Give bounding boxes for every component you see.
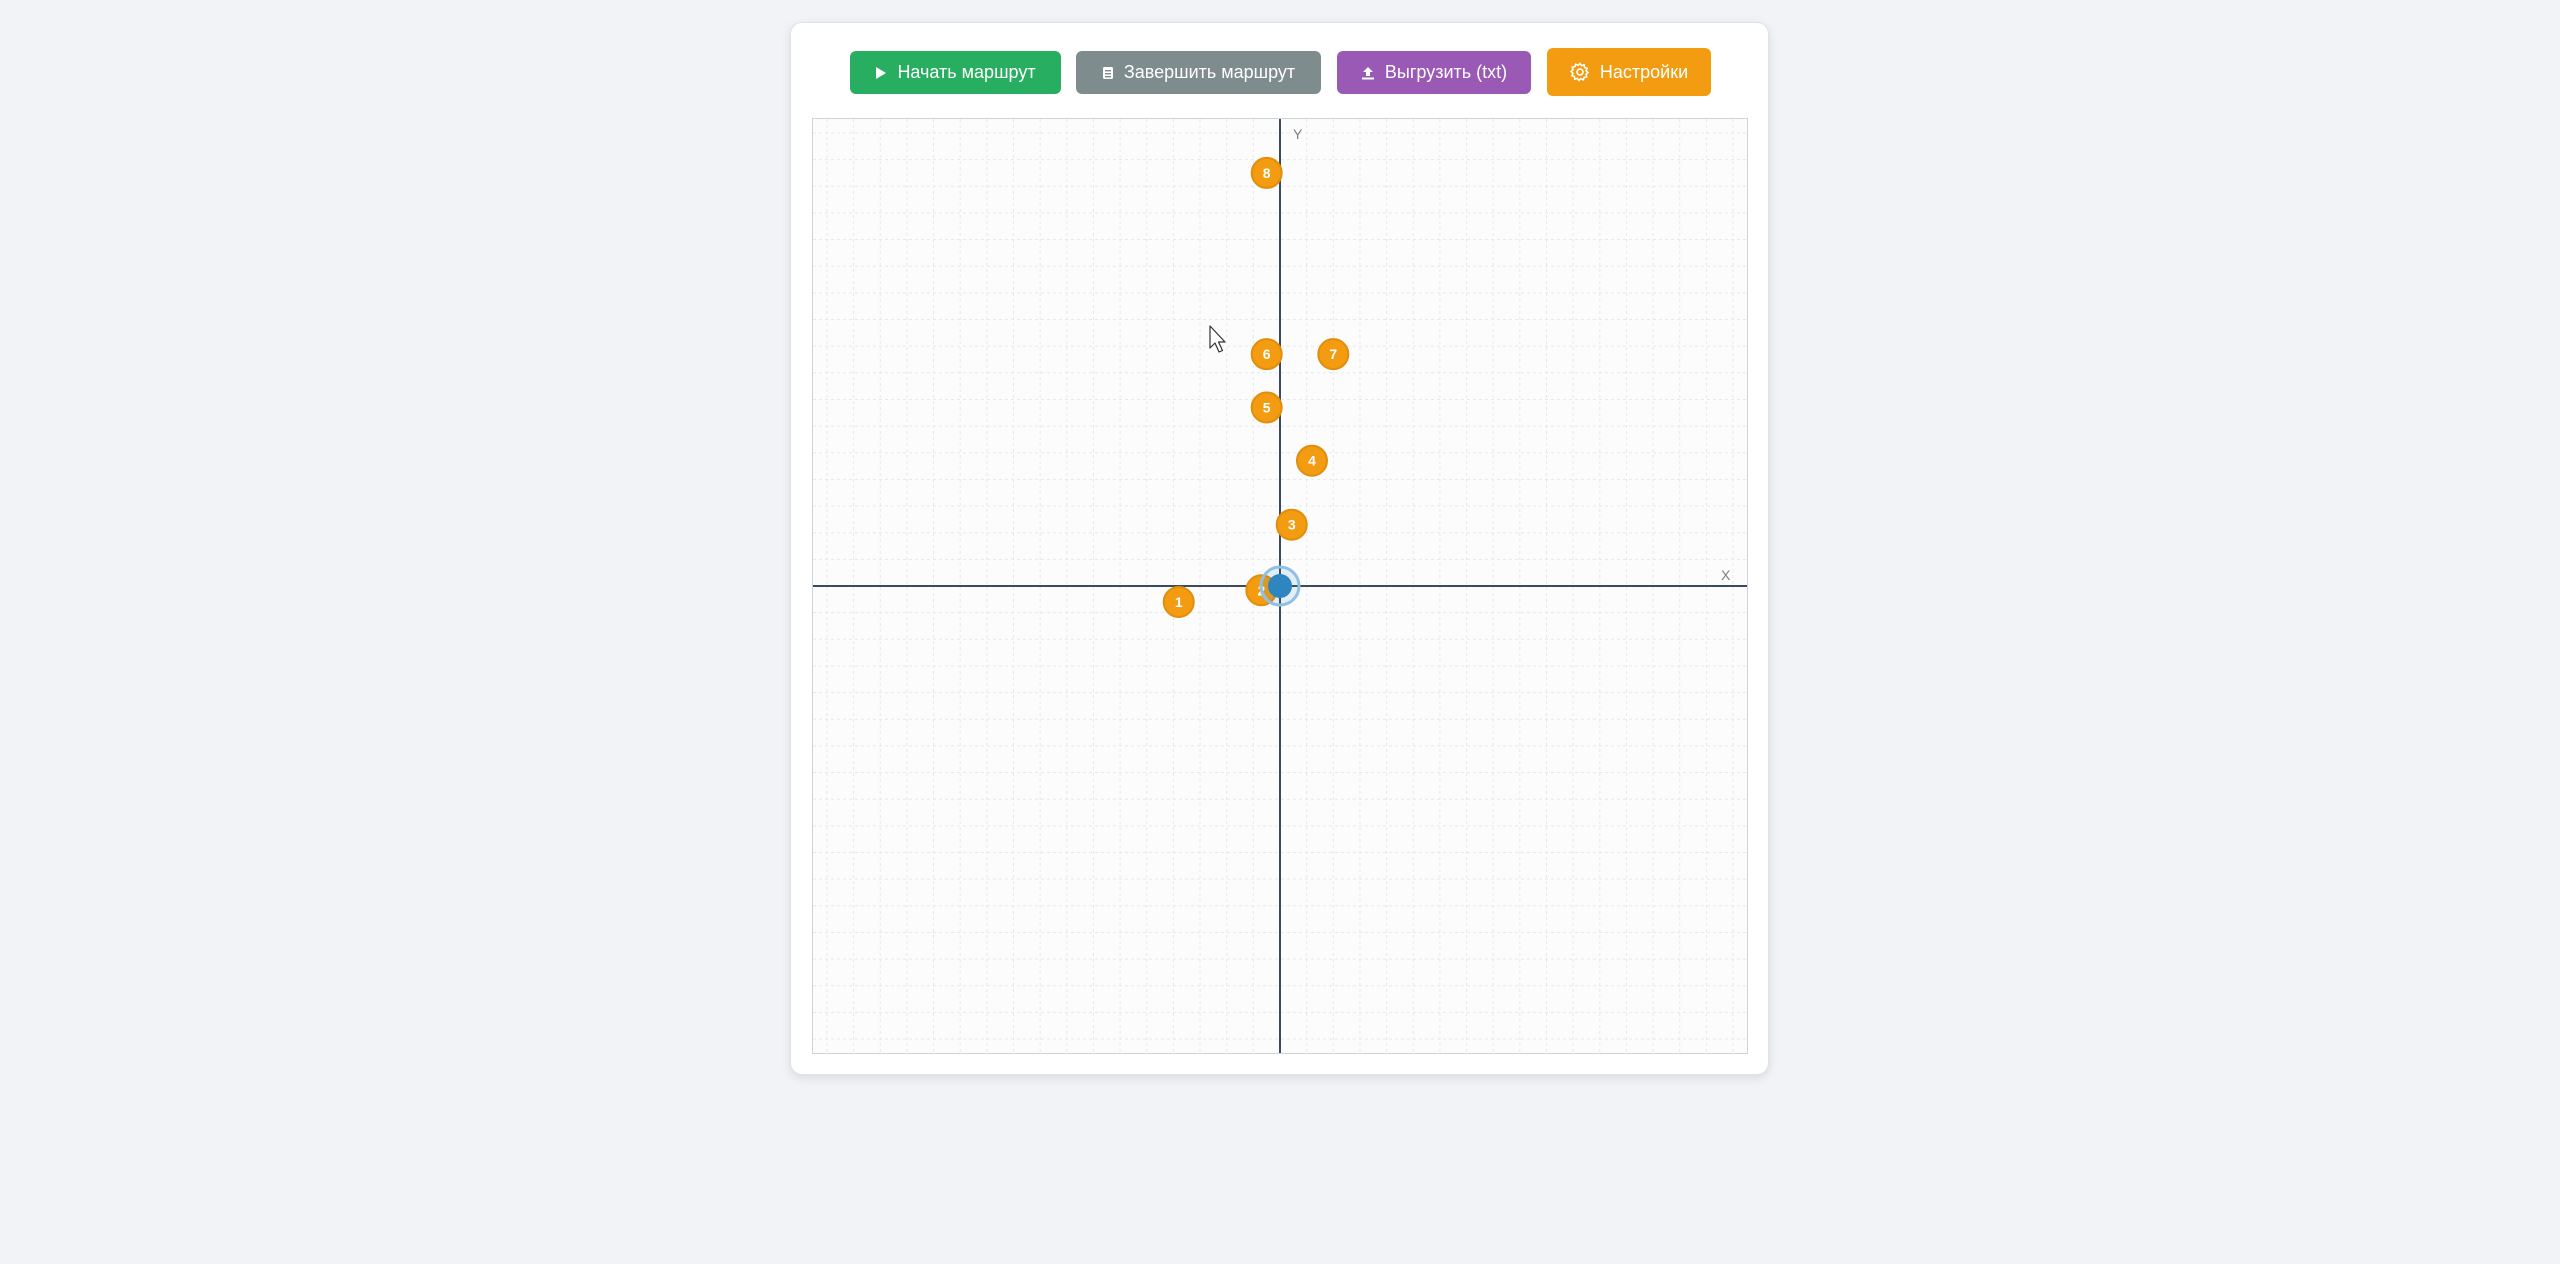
waypoint-label: 6: [1263, 346, 1271, 362]
finish-route-label: Завершить маршрут: [1123, 62, 1296, 82]
current-position-dot: [1268, 574, 1292, 598]
mouse-cursor-icon: [1209, 325, 1226, 353]
current-position: [1259, 565, 1301, 607]
finish-route-button[interactable]: Завершить маршрут: [1076, 51, 1321, 94]
start-route-label: Начать маршрут: [897, 62, 1036, 82]
waypoint-label: 3: [1288, 517, 1296, 533]
settings-label: Настройки: [1599, 61, 1689, 82]
export-txt-button[interactable]: Выгрузить (txt): [1337, 51, 1531, 94]
waypoint-marker[interactable]: 1: [1162, 585, 1195, 618]
route-plot-canvas[interactable]: X Y 12345678: [813, 119, 1747, 1053]
waypoint-marker[interactable]: 4: [1295, 444, 1328, 477]
waypoint-label: 7: [1329, 346, 1337, 362]
play-icon: [876, 66, 887, 79]
gear-icon: [1569, 62, 1590, 82]
start-route-button[interactable]: Начать маршрут: [850, 51, 1061, 94]
waypoint-marker[interactable]: 3: [1275, 508, 1308, 541]
waypoint-label: 4: [1308, 453, 1316, 469]
waypoint-label: 8: [1263, 165, 1271, 181]
x-axis-label: X: [1721, 567, 1731, 583]
waypoint-marker[interactable]: 7: [1317, 338, 1350, 371]
route-plot[interactable]: X Y 12345678: [812, 118, 1748, 1054]
export-txt-label: Выгрузить (txt): [1384, 62, 1508, 82]
upload-icon: [1361, 66, 1374, 79]
waypoint-marker[interactable]: 6: [1250, 338, 1283, 371]
waypoint-marker[interactable]: 5: [1250, 391, 1283, 424]
waypoint-label: 5: [1263, 399, 1271, 415]
waypoints: 12345678: [1162, 156, 1350, 618]
stop-document-icon: [1102, 66, 1113, 79]
y-axis-label: Y: [1293, 126, 1303, 142]
waypoint-marker[interactable]: 8: [1250, 156, 1283, 189]
waypoint-label: 1: [1175, 594, 1183, 610]
settings-button[interactable]: Настройки: [1547, 48, 1711, 96]
